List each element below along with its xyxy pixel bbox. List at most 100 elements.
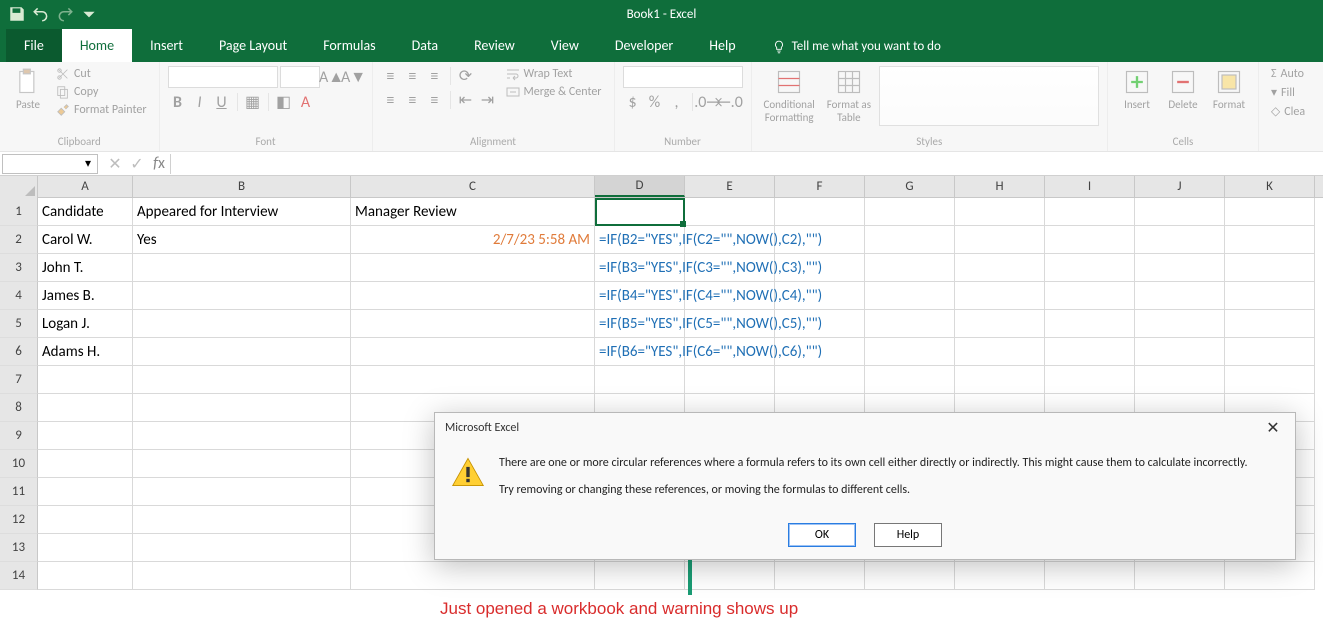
autosum-button[interactable]: ΣAuto — [1267, 66, 1309, 82]
align-top-icon[interactable]: ≡ — [381, 66, 401, 86]
col-header-H[interactable]: H — [955, 176, 1045, 197]
cell[interactable] — [775, 366, 865, 394]
cell-C5[interactable] — [351, 310, 595, 338]
cell[interactable] — [1045, 310, 1135, 338]
cell-D6[interactable] — [595, 338, 685, 366]
cell[interactable] — [685, 198, 775, 226]
ok-button[interactable]: OK — [788, 523, 856, 547]
cell[interactable] — [38, 506, 133, 534]
row-header-1[interactable]: 1 — [0, 198, 38, 226]
cell-styles-gallery[interactable] — [879, 66, 1099, 126]
cell[interactable] — [351, 366, 595, 394]
cell[interactable] — [38, 534, 133, 562]
cell[interactable] — [685, 254, 775, 282]
cell[interactable] — [775, 198, 865, 226]
row-header-11[interactable]: 11 — [0, 478, 38, 506]
cell-A5[interactable]: Logan J. — [38, 310, 133, 338]
increase-decimal-icon[interactable]: .0→ — [698, 92, 718, 112]
cell[interactable] — [133, 534, 351, 562]
cell[interactable] — [133, 506, 351, 534]
cell[interactable] — [595, 366, 685, 394]
cell-B2[interactable]: Yes — [133, 226, 351, 254]
row-header-8[interactable]: 8 — [0, 394, 38, 422]
row-header-6[interactable]: 6 — [0, 338, 38, 366]
fill-button[interactable]: ▾Fill — [1267, 84, 1309, 101]
cell[interactable] — [955, 562, 1045, 590]
comma-icon[interactable]: , — [667, 92, 687, 112]
cell[interactable] — [955, 198, 1045, 226]
close-icon[interactable]: ✕ — [1261, 416, 1285, 440]
cell-A2[interactable]: Carol W. — [38, 226, 133, 254]
row-header-9[interactable]: 9 — [0, 422, 38, 450]
cell[interactable] — [865, 366, 955, 394]
tab-view[interactable]: View — [533, 29, 597, 62]
col-header-E[interactable]: E — [685, 176, 775, 197]
decrease-decimal-icon[interactable]: ←.0 — [720, 92, 740, 112]
cell[interactable] — [351, 562, 595, 590]
cell-C3[interactable] — [351, 254, 595, 282]
tab-data[interactable]: Data — [394, 29, 456, 62]
bold-button[interactable]: B — [168, 92, 188, 112]
row-header-13[interactable]: 13 — [0, 534, 38, 562]
tab-insert[interactable]: Insert — [132, 29, 201, 62]
grow-font-icon[interactable]: A▲ — [322, 67, 342, 87]
align-left-icon[interactable]: ≡ — [381, 90, 401, 110]
cell[interactable] — [865, 254, 955, 282]
row-header-2[interactable]: 2 — [0, 226, 38, 254]
col-header-G[interactable]: G — [865, 176, 955, 197]
cell[interactable] — [865, 198, 955, 226]
chevron-down-icon[interactable]: ▾ — [81, 157, 95, 171]
cell[interactable] — [38, 562, 133, 590]
cell-D1[interactable] — [595, 198, 685, 226]
cell-D5[interactable] — [595, 310, 685, 338]
font-name-combo[interactable] — [168, 66, 278, 88]
cell[interactable] — [955, 282, 1045, 310]
col-header-J[interactable]: J — [1135, 176, 1225, 197]
row-header-7[interactable]: 7 — [0, 366, 38, 394]
align-middle-icon[interactable]: ≡ — [403, 66, 423, 86]
wrap-text-button[interactable]: Wrap Text — [502, 66, 606, 82]
align-bottom-icon[interactable]: ≡ — [425, 66, 445, 86]
align-right-icon[interactable]: ≡ — [425, 90, 445, 110]
cell[interactable] — [38, 422, 133, 450]
row-header-3[interactable]: 3 — [0, 254, 38, 282]
row-header-4[interactable]: 4 — [0, 282, 38, 310]
cell[interactable] — [775, 338, 865, 366]
cell[interactable] — [1225, 310, 1315, 338]
cell[interactable] — [1225, 254, 1315, 282]
cell-B1[interactable]: Appeared for Interview — [133, 198, 351, 226]
dialog-title-bar[interactable]: Microsoft Excel ✕ — [435, 413, 1295, 443]
cell-D2[interactable] — [595, 226, 685, 254]
col-header-C[interactable]: C — [351, 176, 595, 197]
increase-indent-icon[interactable]: ⇥ — [478, 90, 498, 110]
cell[interactable] — [955, 366, 1045, 394]
help-button[interactable]: Help — [874, 523, 942, 547]
col-header-B[interactable]: B — [133, 176, 351, 197]
cell[interactable] — [1225, 338, 1315, 366]
save-icon[interactable] — [8, 5, 26, 23]
qat-customize-icon[interactable] — [80, 5, 98, 23]
cell-B4[interactable] — [133, 282, 351, 310]
insert-function-icon[interactable]: fx — [148, 154, 170, 174]
cell[interactable] — [1135, 366, 1225, 394]
tab-page-layout[interactable]: Page Layout — [201, 29, 305, 62]
cell[interactable] — [1045, 254, 1135, 282]
cell[interactable] — [955, 254, 1045, 282]
cell[interactable] — [1225, 282, 1315, 310]
cell[interactable] — [685, 366, 775, 394]
cell-B5[interactable] — [133, 310, 351, 338]
tell-me-search[interactable]: Tell me what you want to do — [760, 31, 953, 62]
decrease-indent-icon[interactable]: ⇤ — [456, 90, 476, 110]
cell[interactable] — [133, 562, 351, 590]
cell[interactable] — [955, 310, 1045, 338]
cell[interactable] — [133, 422, 351, 450]
cell[interactable] — [1135, 226, 1225, 254]
cell[interactable] — [1045, 282, 1135, 310]
row-header-5[interactable]: 5 — [0, 310, 38, 338]
format-as-table-button[interactable]: Format as Table — [823, 66, 875, 126]
cell[interactable] — [775, 310, 865, 338]
conditional-formatting-button[interactable]: Conditional Formatting — [760, 66, 819, 126]
tab-developer[interactable]: Developer — [597, 29, 691, 62]
tab-home[interactable]: Home — [62, 29, 132, 62]
cell[interactable] — [133, 478, 351, 506]
